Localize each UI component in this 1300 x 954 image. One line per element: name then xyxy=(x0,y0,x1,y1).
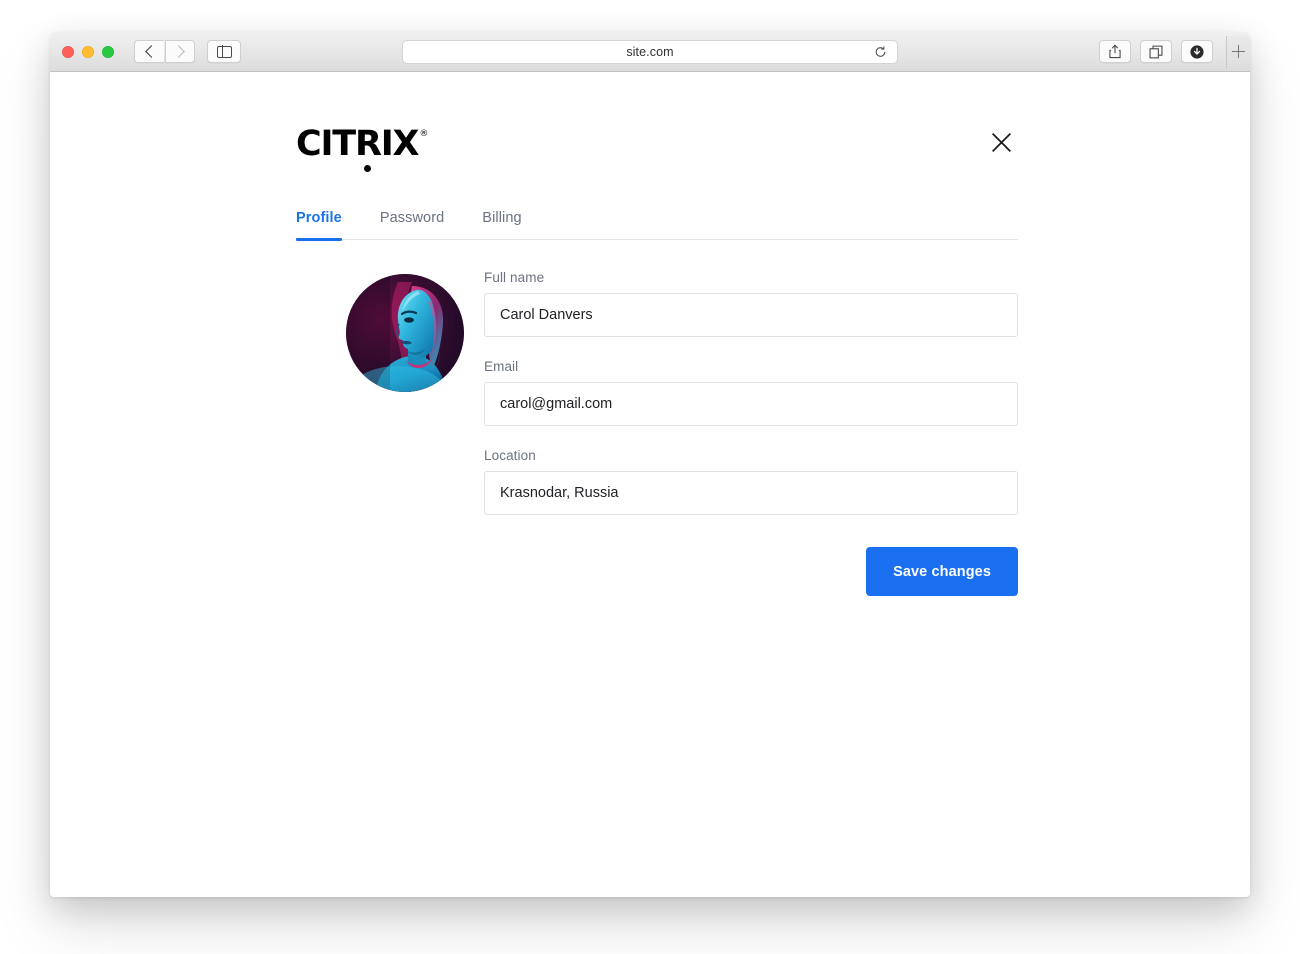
modal-header: CITRIX ® xyxy=(296,127,1018,181)
tab-password[interactable]: Password xyxy=(380,210,444,239)
profile-form: Full name Email Location Save ch xyxy=(296,270,1018,596)
share-icon xyxy=(1109,44,1121,59)
profile-modal: CITRIX ® Profile Password Billing Full n… xyxy=(296,127,1018,596)
browser-titlebar: site.com xyxy=(50,32,1250,72)
downloads-icon xyxy=(1190,44,1204,59)
window-controls xyxy=(62,45,114,58)
modal-tabs: Profile Password Billing xyxy=(296,210,1018,241)
url-text: site.com xyxy=(626,44,674,59)
avatar[interactable] xyxy=(346,274,464,392)
sidebar-toggle-icon xyxy=(216,45,232,58)
citrix-logo-dot xyxy=(364,165,371,172)
maximize-window-button[interactable] xyxy=(102,45,114,58)
tab-profile-label: Profile xyxy=(296,210,342,226)
new-tab-button[interactable] xyxy=(1226,35,1250,68)
back-button[interactable] xyxy=(134,40,164,63)
location-label: Location xyxy=(484,448,536,463)
field-email: Email xyxy=(484,359,1018,426)
tab-billing-label: Billing xyxy=(482,210,522,226)
form-actions: Save changes xyxy=(484,547,1018,596)
address-bar[interactable]: site.com xyxy=(402,39,898,64)
avatar-column xyxy=(296,270,484,392)
close-window-button[interactable] xyxy=(62,45,74,58)
chevron-right-icon xyxy=(172,45,185,58)
tab-overview-icon xyxy=(1149,45,1163,58)
chevron-left-icon xyxy=(144,45,158,58)
browser-right-tools xyxy=(1099,35,1250,68)
close-modal-button[interactable] xyxy=(984,125,1018,159)
plus-icon xyxy=(1232,45,1245,58)
tab-profile[interactable]: Profile xyxy=(296,210,342,241)
tab-password-label: Password xyxy=(379,210,445,226)
fields-column: Full name Email Location Save ch xyxy=(484,270,1018,596)
full-name-input[interactable] xyxy=(484,293,1018,337)
field-location: Location xyxy=(484,448,1018,515)
tab-overview-button[interactable] xyxy=(1140,40,1172,63)
navigation-buttons xyxy=(134,40,195,63)
sidebar-toggle-button[interactable] xyxy=(207,40,241,63)
close-icon xyxy=(991,132,1011,152)
full-name-label: Full name xyxy=(484,270,545,285)
screen: site.com CITRIX ® Profile Password Billi… xyxy=(0,0,1300,954)
field-full-name: Full name xyxy=(484,270,1018,337)
share-button[interactable] xyxy=(1099,40,1131,63)
email-input[interactable] xyxy=(484,382,1018,426)
browser-window: site.com CITRIX ® Profile Password Billi… xyxy=(50,32,1250,897)
reload-icon[interactable] xyxy=(874,45,887,58)
tab-billing[interactable]: Billing xyxy=(482,210,521,239)
downloads-button[interactable] xyxy=(1181,40,1213,63)
citrix-logo-text: CITRIX xyxy=(296,124,420,164)
forward-button[interactable] xyxy=(165,40,195,63)
email-label: Email xyxy=(484,359,519,374)
save-changes-button[interactable]: Save changes xyxy=(866,547,1018,596)
minimize-window-button[interactable] xyxy=(82,45,94,58)
registered-trademark-icon: ® xyxy=(419,129,429,139)
citrix-logo: CITRIX ® xyxy=(296,124,429,172)
page-content: CITRIX ® Profile Password Billing Full n… xyxy=(50,72,1250,896)
avatar-image xyxy=(346,274,464,392)
location-input[interactable] xyxy=(484,471,1018,515)
